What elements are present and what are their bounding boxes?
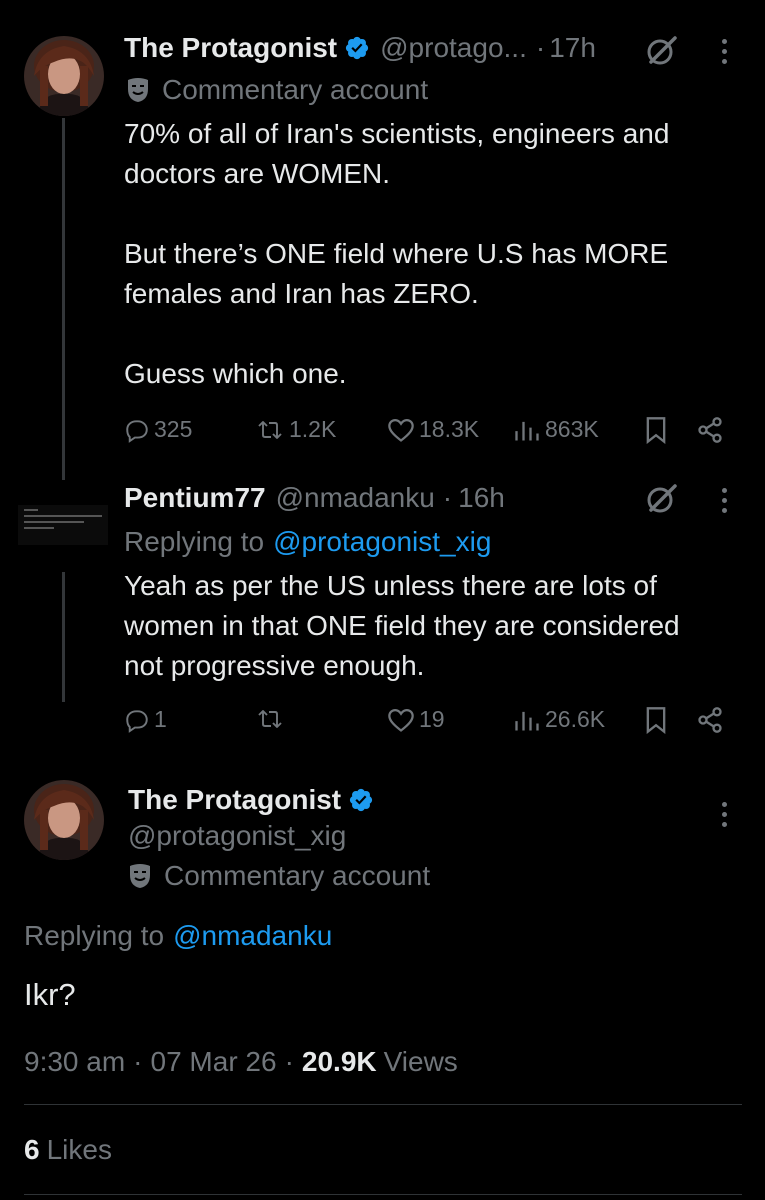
thread-line [62,572,65,702]
tweet-text-line: Yeah as per the US unless there are lots… [124,570,657,601]
thread-line [62,118,65,480]
tweet-text-line: 70% of all of Iran's scientists, enginee… [124,118,670,149]
replying-to-handle[interactable]: @protagonist_xig [273,526,491,558]
reply-count: 1 [154,706,167,732]
reply-icon [124,417,150,443]
heart-icon [387,707,415,733]
avatar[interactable] [24,36,104,116]
author-name[interactable]: The Protagonist [128,784,341,816]
author-handle[interactable]: @nmadanku [276,482,435,514]
author-name[interactable]: The Protagonist [124,32,337,64]
tweet-text: 70% of all of Iran's scientists, enginee… [124,114,734,394]
replying-to: Replying to @nmadanku [24,920,332,952]
tweet-meta: 9:30 am · 07 Mar 26 · 20.9K Views [24,1046,458,1078]
separator: · [535,32,546,63]
repost-button[interactable] [255,706,289,732]
separator: · [284,1046,294,1077]
likes-count: 6 [24,1134,40,1165]
bookmark-icon[interactable] [644,706,668,734]
account-label-text: Commentary account [164,860,431,891]
more-options-icon[interactable] [721,488,727,513]
author-name[interactable]: Pentium77 [124,482,266,514]
theater-mask-icon [128,863,152,889]
separator: · [133,1046,143,1077]
repost-count: 1.2K [289,416,337,442]
views-button[interactable]: 26.6K [513,706,605,733]
quoted-image-thumbnail[interactable] [18,505,108,545]
tweet-text-line: females and Iran has ZERO. [124,278,479,309]
reply-count: 325 [154,416,193,442]
tweet-text-line [124,194,734,234]
replying-to: Replying to @protagonist_xig [124,526,491,558]
author-handle[interactable]: @protago... [380,32,527,64]
share-icon[interactable] [696,416,724,444]
reply-button[interactable]: 325 [124,416,192,443]
views-button[interactable]: 863K [513,416,599,443]
replying-to-label: Replying to [24,920,165,951]
timestamp[interactable]: 16h [458,482,505,514]
views-count: 20.9K [301,1046,377,1077]
likes-summary[interactable]: 6 Likes [24,1134,112,1166]
tweet-text: Yeah as per the US unless there are lots… [124,566,744,686]
more-options-icon[interactable] [721,39,727,64]
grok-icon[interactable] [645,482,679,516]
repost-icon [255,417,285,443]
divider [24,1104,742,1105]
timestamp[interactable]: 17h [549,32,596,64]
theater-mask-icon [126,77,150,103]
repost-button[interactable]: 1.2K [255,416,336,443]
tweet-text-line: women in that ONE field they are conside… [124,610,680,641]
tweet-text-line: But there’s ONE field where U.S has MORE [124,238,669,269]
avatar[interactable] [24,780,104,860]
account-label: Commentary account [128,860,430,892]
views-label: Views [383,1046,458,1077]
tweet-text-line: Guess which one. [124,358,347,389]
divider [24,1194,742,1195]
separator: · [442,482,453,513]
like-count: 18.3K [419,416,480,442]
analytics-icon [513,707,541,733]
repost-icon [255,706,285,732]
post-date[interactable]: 07 Mar 26 [151,1046,277,1078]
tweet-text-line [124,314,734,354]
analytics-icon [513,417,541,443]
replying-to-handle[interactable]: @nmadanku [173,920,332,952]
share-icon[interactable] [696,706,724,734]
tweet-header: The Protagonist @protago... · 17h [124,32,596,64]
like-button[interactable]: 19 [387,706,445,733]
tweet-text-line: not progressive enough. [124,650,425,681]
tweet-header: Pentium77 @nmadanku · 16h [124,482,505,514]
author-header: The Protagonist [128,784,374,816]
more-options-icon[interactable] [721,802,727,827]
main-tweet-text: Ikr? [24,977,76,1012]
tweet-text-line: doctors are WOMEN. [124,158,391,189]
account-label-text: Commentary account [162,74,429,105]
replying-to-label: Replying to [124,526,265,557]
heart-icon [387,417,415,443]
like-button[interactable]: 18.3K [387,416,479,443]
views-count: 26.6K [545,706,606,732]
verified-badge-icon [344,35,370,61]
like-count: 19 [419,706,445,732]
likes-label: Likes [46,1134,112,1165]
reply-button[interactable]: 1 [124,706,167,733]
views-count: 863K [545,416,599,442]
grok-icon[interactable] [645,34,679,68]
author-handle[interactable]: @protagonist_xig [128,820,346,852]
verified-badge-icon [348,787,374,813]
account-label: Commentary account [126,74,428,106]
reply-icon [124,707,150,733]
post-time[interactable]: 9:30 am [24,1046,125,1078]
bookmark-icon[interactable] [644,416,668,444]
